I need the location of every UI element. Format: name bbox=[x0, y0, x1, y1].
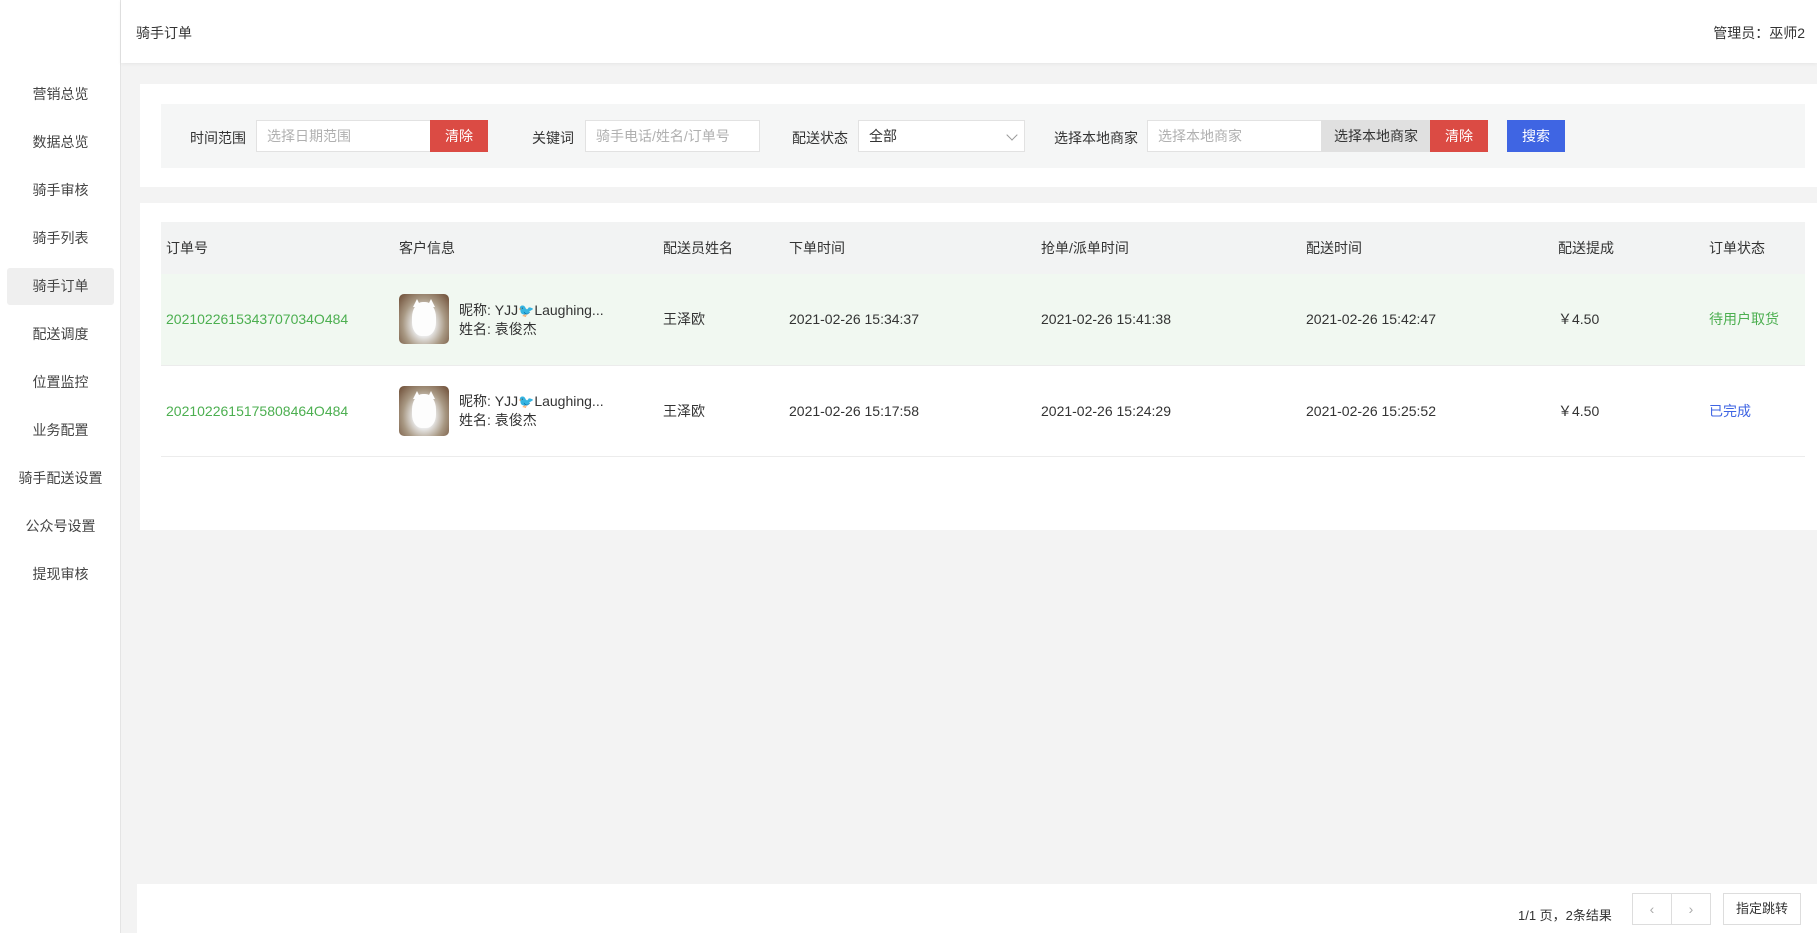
sidebar-item-official-account-settings[interactable]: 公众号设置 bbox=[7, 508, 114, 545]
sidebar-item-rider-list[interactable]: 骑手列表 bbox=[7, 220, 114, 257]
merchant-label: 选择本地商家 bbox=[1054, 130, 1138, 146]
courier-name: 王泽欧 bbox=[658, 365, 784, 457]
time-clear-button[interactable]: 清除 bbox=[430, 120, 488, 152]
avatar bbox=[399, 294, 449, 345]
sidebar-item-withdraw-review[interactable]: 提现审核 bbox=[7, 556, 114, 593]
table-row: 2021022615343707034O484 昵称: YJJ🐦Laughing… bbox=[161, 274, 1805, 366]
customer-info: 昵称: YJJ🐦Laughing... 姓名: 袁俊杰 bbox=[399, 294, 658, 345]
pagination-info: 1/1 页，2条结果 bbox=[1518, 908, 1612, 923]
order-number-link[interactable]: 2021022615343707034O484 bbox=[166, 311, 348, 327]
delivery-status-select[interactable]: 全部 bbox=[858, 120, 1025, 152]
customer-name: 姓名: 袁俊杰 bbox=[459, 320, 537, 337]
order-time: 2021-02-26 15:34:37 bbox=[784, 274, 1036, 366]
filter-bar: 时间范围 清除 关键词 配送状态 全部 选择本地商家 选择本地商家 清除 搜索 bbox=[161, 104, 1805, 168]
column-header-customer: 客户信息 bbox=[394, 222, 658, 274]
keyword-input[interactable] bbox=[585, 120, 760, 152]
grab-time: 2021-02-26 15:24:29 bbox=[1036, 365, 1301, 457]
keyword-label: 关键词 bbox=[532, 130, 574, 146]
merchant-clear-button[interactable]: 清除 bbox=[1430, 120, 1488, 152]
commission: ￥4.50 bbox=[1553, 365, 1704, 457]
jump-page-button[interactable]: 指定跳转 bbox=[1723, 893, 1801, 925]
next-page-button[interactable]: › bbox=[1671, 893, 1711, 925]
orders-table: 订单号 客户信息 配送员姓名 下单时间 抢单/派单时间 配送时间 配送提成 订单… bbox=[161, 222, 1805, 457]
merchant-input[interactable] bbox=[1147, 120, 1322, 152]
sidebar: 营销总览 数据总览 骑手审核 骑手列表 骑手订单 配送调度 位置监控 业务配置 … bbox=[0, 0, 121, 933]
sidebar-item-marketing-overview[interactable]: 营销总览 bbox=[7, 76, 114, 113]
admin-label: 管理员：巫师2 bbox=[1713, 25, 1805, 41]
avatar bbox=[399, 385, 449, 436]
sidebar-item-data-overview[interactable]: 数据总览 bbox=[7, 124, 114, 161]
search-button[interactable]: 搜索 bbox=[1507, 120, 1565, 152]
commission: ￥4.50 bbox=[1553, 274, 1704, 366]
grab-time: 2021-02-26 15:41:38 bbox=[1036, 274, 1301, 366]
sidebar-item-business-config[interactable]: 业务配置 bbox=[7, 412, 114, 449]
customer-nickname: 昵称: YJJ🐦Laughing... bbox=[459, 393, 604, 409]
table-row: 2021022615175808464O484 昵称: YJJ🐦Laughing… bbox=[161, 365, 1805, 457]
sidebar-item-rider-review[interactable]: 骑手审核 bbox=[7, 172, 114, 209]
table-header-row: 订单号 客户信息 配送员姓名 下单时间 抢单/派单时间 配送时间 配送提成 订单… bbox=[161, 222, 1805, 274]
customer-name: 姓名: 袁俊杰 bbox=[459, 412, 537, 428]
orders-card: 订单号 客户信息 配送员姓名 下单时间 抢单/派单时间 配送时间 配送提成 订单… bbox=[140, 203, 1817, 530]
order-status: 待用户取货 bbox=[1709, 311, 1779, 328]
column-header-grab-time: 抢单/派单时间 bbox=[1036, 222, 1301, 274]
courier-name: 王泽欧 bbox=[658, 274, 784, 366]
column-header-status: 订单状态 bbox=[1704, 222, 1805, 274]
customer-nickname: 昵称: YJJ🐦Laughing... bbox=[459, 301, 604, 318]
column-header-commission: 配送提成 bbox=[1553, 222, 1704, 274]
column-header-delivery-time: 配送时间 bbox=[1301, 222, 1553, 274]
select-merchant-button[interactable]: 选择本地商家 bbox=[1321, 120, 1431, 152]
prev-page-button[interactable]: ‹ bbox=[1632, 893, 1672, 925]
sidebar-item-rider-orders[interactable]: 骑手订单 bbox=[7, 268, 114, 305]
page-title: 骑手订单 bbox=[136, 25, 192, 41]
sidebar-item-rider-delivery-settings[interactable]: 骑手配送设置 bbox=[7, 460, 114, 497]
pagination-bar: 1/1 页，2条结果 ‹ › 指定跳转 bbox=[137, 884, 1817, 933]
column-header-order-time: 下单时间 bbox=[784, 222, 1036, 274]
sidebar-item-dispatch[interactable]: 配送调度 bbox=[7, 316, 114, 353]
order-time: 2021-02-26 15:17:58 bbox=[784, 365, 1036, 457]
customer-info: 昵称: YJJ🐦Laughing... 姓名: 袁俊杰 bbox=[399, 385, 658, 436]
delivery-time: 2021-02-26 15:25:52 bbox=[1301, 365, 1553, 457]
delivery-status-label: 配送状态 bbox=[792, 130, 848, 146]
time-range-label: 时间范围 bbox=[190, 130, 246, 146]
bird-emoji-icon: 🐦 bbox=[518, 394, 535, 409]
delivery-time: 2021-02-26 15:42:47 bbox=[1301, 274, 1553, 366]
order-number-link[interactable]: 2021022615175808464O484 bbox=[166, 403, 348, 419]
bird-emoji-icon: 🐦 bbox=[518, 302, 535, 318]
column-header-order-no: 订单号 bbox=[161, 222, 394, 274]
chevron-left-icon: ‹ bbox=[1649, 901, 1655, 917]
sidebar-item-location-monitor[interactable]: 位置监控 bbox=[7, 364, 114, 401]
column-header-courier: 配送员姓名 bbox=[658, 222, 784, 274]
chevron-right-icon: › bbox=[1688, 901, 1694, 917]
date-range-input[interactable] bbox=[256, 120, 431, 152]
sidebar-menu: 营销总览 数据总览 骑手审核 骑手列表 骑手订单 配送调度 位置监控 业务配置 … bbox=[0, 76, 121, 604]
delivery-status-value: 全部 bbox=[869, 128, 897, 144]
filter-card: 时间范围 清除 关键词 配送状态 全部 选择本地商家 选择本地商家 清除 搜索 bbox=[140, 84, 1817, 187]
order-status: 已完成 bbox=[1709, 402, 1751, 419]
chevron-down-icon bbox=[1006, 129, 1018, 141]
topbar: 骑手订单 管理员：巫师2 bbox=[121, 0, 1817, 63]
